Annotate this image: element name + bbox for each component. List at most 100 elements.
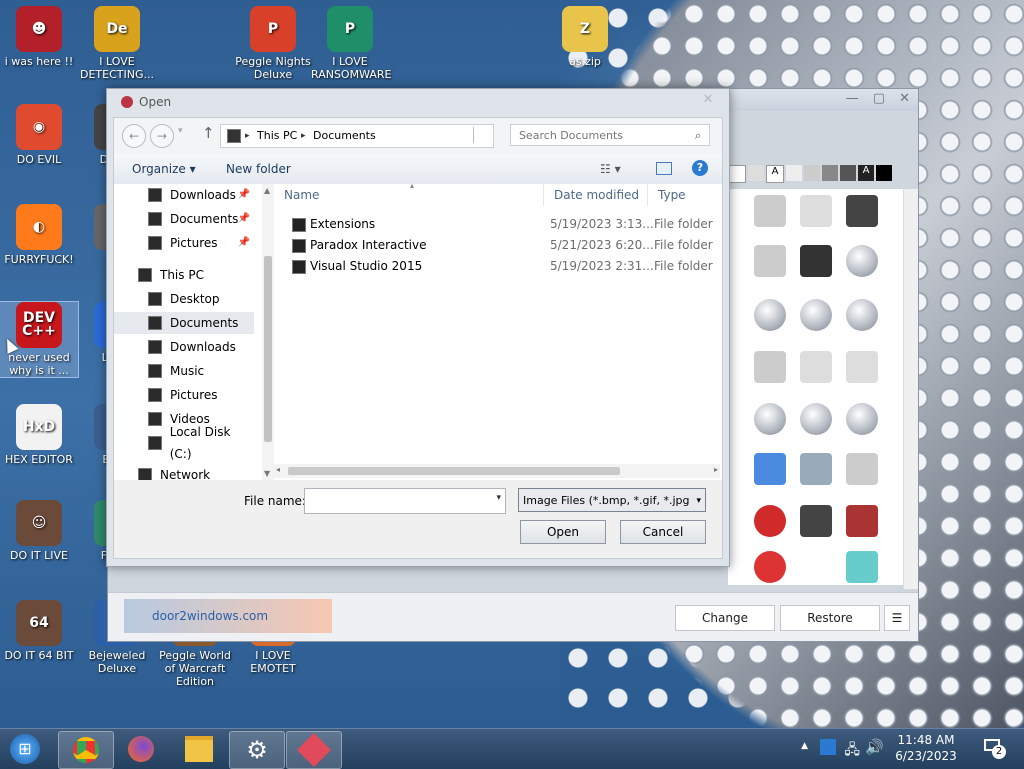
- nav-item[interactable]: Local Disk (C:): [114, 425, 254, 461]
- monitor-icon[interactable]: [846, 551, 878, 583]
- file-list-horizontal-scrollbar[interactable]: ◂ ▸: [274, 464, 720, 478]
- network-folder-icon[interactable]: [754, 453, 786, 485]
- desktop-icon[interactable]: ◉ DO EVIL: [0, 104, 78, 166]
- taskbar-firefox[interactable]: [114, 731, 168, 767]
- desktop-icon[interactable]: Zas.zip: [546, 6, 624, 68]
- desktop-icon[interactable]: HxD HEX EDITOR: [0, 404, 78, 466]
- file-row[interactable]: Visual Studio 2015 5/19/2023 2:31... File …: [274, 256, 722, 277]
- network-icon[interactable]: 🖧: [844, 739, 860, 763]
- address-bar[interactable]: ▸ This PC ▸ Documents: [220, 124, 494, 148]
- nav-item[interactable]: Downloads: [114, 336, 254, 358]
- desktop-icon[interactable]: P I LOVE RANSOMWARE: [311, 6, 391, 81]
- question-icon[interactable]: [800, 551, 832, 583]
- desktop-icon[interactable]: P Peggle Nights Deluxe: [234, 6, 312, 81]
- action-center-button[interactable]: 2: [984, 737, 1006, 759]
- computer-check-icon[interactable]: [754, 351, 786, 383]
- nav-item[interactable]: Pictures: [114, 384, 254, 406]
- minimize-icon[interactable]: —: [846, 91, 859, 106]
- taskbar-file-explorer[interactable]: [172, 731, 226, 767]
- up-button[interactable]: ↑: [202, 124, 215, 142]
- playing-card-icon[interactable]: [754, 195, 786, 227]
- horizontal-scroll-thumb[interactable]: [288, 467, 620, 475]
- desktop-icon[interactable]: De I LOVE DETECTING...: [78, 6, 156, 81]
- printer-icon[interactable]: [754, 245, 786, 277]
- scanner-icon[interactable]: [800, 351, 832, 383]
- cd-r-icon[interactable]: [754, 403, 786, 435]
- desktop-icon[interactable]: ☻ i was here !!: [0, 6, 78, 68]
- chevron-down-icon[interactable]: ▾: [496, 493, 501, 503]
- column-header-date[interactable]: Date modified: [544, 184, 648, 206]
- volume-icon[interactable]: 🔊: [865, 738, 884, 756]
- column-header-name[interactable]: Name: [274, 184, 544, 206]
- nav-item[interactable]: Documents: [114, 312, 254, 334]
- organize-button[interactable]: Organize ▾: [132, 162, 196, 176]
- show-hidden-icons[interactable]: ▲: [801, 741, 808, 751]
- chevron-down-icon[interactable]: ▾: [696, 489, 701, 511]
- dvd-rom-icon[interactable]: [846, 299, 878, 331]
- tray-app-icon[interactable]: [820, 739, 836, 755]
- help-computer-icon[interactable]: [800, 453, 832, 485]
- network-computer-icon[interactable]: [846, 351, 878, 383]
- breadcrumb-this-pc[interactable]: This PC: [257, 125, 297, 147]
- nav-item[interactable]: Music: [114, 360, 254, 382]
- icon-grid[interactable]: [728, 189, 912, 585]
- start-button[interactable]: ⊞: [2, 731, 48, 767]
- card-icon[interactable]: [800, 195, 832, 227]
- restore-icon[interactable]: [754, 505, 786, 537]
- disc-icon[interactable]: [846, 245, 878, 277]
- safe-icon[interactable]: [800, 505, 832, 537]
- file-row[interactable]: Paradox Interactive 5/21/2023 6:20... File…: [274, 235, 722, 256]
- users-icon[interactable]: [846, 505, 878, 537]
- dvd-r-icon[interactable]: [754, 299, 786, 331]
- file-type-select[interactable]: Image Files (*.bmp, *.gif, *.jpg ▾: [518, 488, 706, 512]
- preview-pane-icon[interactable]: [656, 162, 672, 175]
- help-icon[interactable]: ?: [692, 160, 708, 176]
- cd-rom-icon[interactable]: [800, 403, 832, 435]
- icon-grid-scrollbar[interactable]: [903, 189, 918, 589]
- close-icon[interactable]: ✕: [899, 91, 910, 106]
- cd-rw-icon[interactable]: [846, 403, 878, 435]
- taskbar-settings[interactable]: ⚙: [229, 731, 285, 769]
- clock[interactable]: 11:48 AM 6/23/2023: [888, 732, 964, 764]
- desktop-icon[interactable]: 64 DO IT 64 BIT: [0, 600, 78, 662]
- nav-item[interactable]: Network: [114, 464, 254, 480]
- recent-locations-icon[interactable]: ▾: [178, 126, 183, 136]
- restore-button[interactable]: Restore: [780, 605, 880, 631]
- scroll-down-arrow[interactable]: ▼: [264, 469, 270, 478]
- change-button[interactable]: Change: [675, 605, 775, 631]
- back-button[interactable]: ←: [122, 124, 146, 148]
- view-options-icon[interactable]: ☷ ▾: [600, 162, 621, 176]
- nav-item[interactable]: Desktop: [114, 288, 254, 310]
- scroll-up-arrow[interactable]: ▲: [264, 186, 270, 195]
- desktop-icon[interactable]: ☺ DO IT LIVE: [0, 500, 78, 562]
- taskbar-chrome[interactable]: [58, 731, 114, 769]
- breadcrumb-documents[interactable]: Documents: [313, 125, 376, 147]
- nav-item[interactable]: Documents 📌: [114, 208, 254, 230]
- scroll-right-arrow[interactable]: ▸: [714, 465, 718, 474]
- navigation-pane-scrollbar[interactable]: ▲ ▼: [262, 184, 274, 480]
- scroll-thumb[interactable]: [264, 256, 272, 442]
- file-row[interactable]: Extensions 5/19/2023 3:13... File folder: [274, 214, 722, 235]
- dvd-ram-icon[interactable]: [800, 299, 832, 331]
- drive-icon[interactable]: [846, 195, 878, 227]
- color-swatches[interactable]: A A: [728, 165, 912, 183]
- forward-button[interactable]: →: [150, 124, 174, 148]
- dialog-close-button[interactable]: ✕: [697, 91, 719, 109]
- open-button[interactable]: Open: [520, 520, 606, 544]
- nav-item[interactable]: This PC: [114, 264, 254, 286]
- fax-icon[interactable]: [846, 453, 878, 485]
- menu-button[interactable]: ☰: [884, 605, 910, 631]
- search-input[interactable]: Search Documents ⌕: [510, 124, 710, 146]
- nav-item[interactable]: Pictures 📌: [114, 232, 254, 254]
- maximize-icon[interactable]: ▢: [873, 91, 885, 106]
- new-folder-button[interactable]: New folder: [226, 162, 291, 176]
- scroll-left-arrow[interactable]: ◂: [276, 465, 280, 474]
- file-name-input[interactable]: ▾: [304, 488, 506, 514]
- error-icon[interactable]: [754, 551, 786, 583]
- cancel-button[interactable]: Cancel: [620, 520, 706, 544]
- desktop-icon[interactable]: ◐ FURRYFUCK!: [0, 204, 78, 266]
- nav-item[interactable]: Downloads 📌: [114, 184, 254, 206]
- camera-icon[interactable]: [800, 245, 832, 277]
- taskbar-icon-changer[interactable]: [286, 731, 342, 769]
- column-header-type[interactable]: Type: [648, 184, 722, 206]
